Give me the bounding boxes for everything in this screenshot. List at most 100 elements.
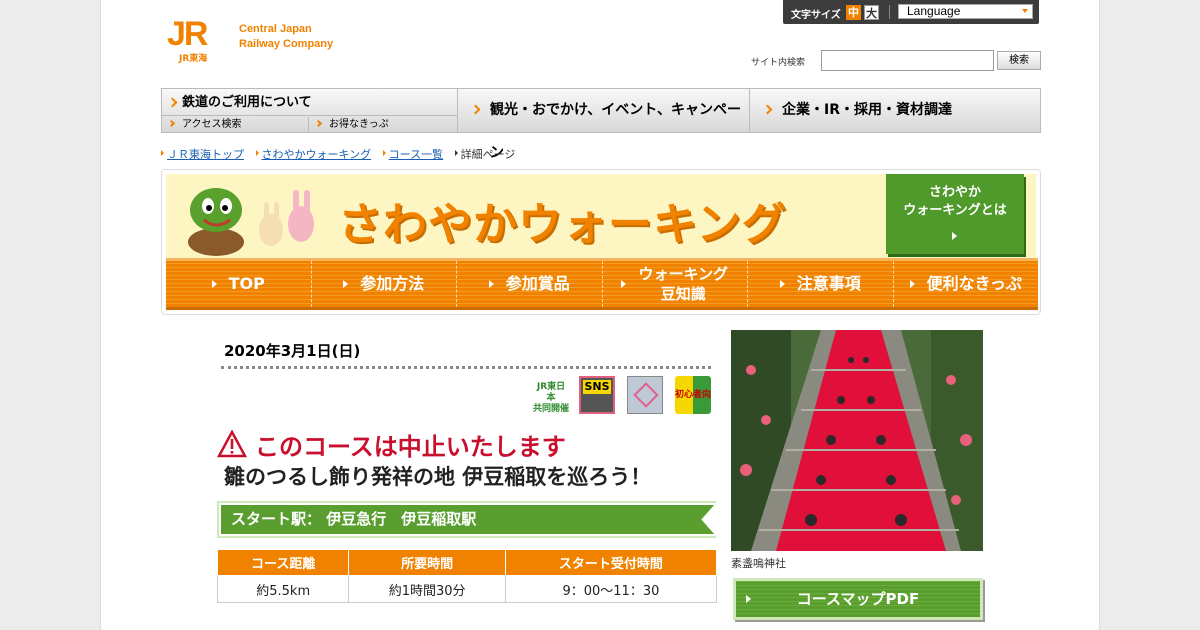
tab-tickets-label: 便利なきっぷ (926, 274, 1022, 293)
course-title: 雛のつるし飾り発祥の地 伊豆稲取を巡ろう！ (224, 465, 652, 489)
banner-title: さわやかウォーキング (338, 199, 787, 250)
arrow-right-icon (779, 280, 785, 288)
header-duration: 所要時間 (348, 549, 506, 576)
breadcrumb: ＪＲ東海トップ さわやかウォーキング コース一覧 詳細ページ (161, 146, 523, 162)
logo-name: Central Japan Railway Company (239, 22, 333, 52)
sns-badge-label: SNS (583, 380, 611, 394)
stamp-cube-icon (627, 376, 663, 414)
mascot-illustration (188, 188, 314, 256)
font-size-label: 文字サイズ (791, 10, 841, 21)
tab-prizes[interactable]: 参加賞品 (457, 261, 603, 307)
tab-top-label: TOP (228, 274, 265, 293)
jr-central-logo[interactable]: JR JR東海 Central Japan Railway Company (167, 15, 357, 64)
logo-sub: JR東海 (179, 54, 208, 64)
search-input[interactable] (821, 50, 994, 71)
course-map-pdf-label: コースマップPDF (796, 590, 920, 608)
font-size-medium-button[interactable]: 中 (846, 5, 861, 20)
value-distance: 約5.5km (216, 575, 350, 603)
breadcrumb-link-top[interactable]: ＪＲ東海トップ (167, 148, 244, 161)
arrow-right-icon (211, 280, 217, 288)
table-row: 約5.5km 約1時間30分 9：00～11：30 (216, 575, 718, 603)
value-reception-time: 9：00～11：30 (504, 575, 718, 603)
table-header-row: コース距離 所要時間 スタート受付時間 (216, 549, 718, 576)
warning-icon (216, 429, 248, 458)
hina-dolls-stairs-image (731, 330, 983, 551)
start-station: スタート駅： 伊豆急行 伊豆稲取駅 (219, 503, 716, 536)
cube-shape (633, 382, 659, 408)
arrow-right-icon (909, 280, 915, 288)
arrow-right-icon (488, 280, 494, 288)
banner-header: さわやかウォーキング さわやか ウォーキングとは (166, 174, 1036, 258)
chevron-right-icon (314, 119, 323, 128)
jr-east-line1: JR東日本 (536, 382, 566, 403)
tab-how-label: 参加方法 (360, 274, 425, 293)
value-duration: 約1時間30分 (348, 575, 506, 603)
arrow-right-icon (621, 280, 627, 288)
tab-tips-label: ウォーキング 豆知識 (638, 264, 728, 304)
breadcrumb-item: さわやかウォーキング (255, 146, 372, 162)
nav-rail-usage-label: 鉄道のご利用について (182, 95, 312, 110)
page: JR JR東海 Central Japan Railway Company 文字… (100, 0, 1100, 630)
divider (889, 5, 890, 19)
walking-nav: TOP 参加方法 参加賞品 ウォーキング 豆知識 注意事項 便利なきっぷ (166, 258, 1038, 310)
arrow-right-icon (343, 280, 349, 288)
tab-walking-tips[interactable]: ウォーキング 豆知識 (603, 261, 748, 307)
course-info-table: コース距離 所要時間 スタート受付時間 約5.5km 約1時間30分 9：00～… (216, 549, 718, 603)
rail-nav-group: 鉄道のご利用について アクセス検索 お得なきっぷ (162, 89, 458, 132)
nav-discount-tickets[interactable]: お得なきっぷ (309, 117, 458, 132)
about-walking-button[interactable]: さわやか ウォーキングとは (886, 174, 1024, 254)
event-badges: JR東日本 共同開催 SNS 初心者向 (533, 376, 713, 416)
language-select-label: Language (907, 4, 961, 18)
sns-badge: SNS (579, 376, 615, 414)
jr-east-line2: 共同開催 (533, 404, 570, 414)
nav-rail-usage[interactable]: 鉄道のご利用について (162, 89, 458, 116)
arrow-right-icon (952, 232, 957, 240)
search-label: サイト内検索 (751, 58, 806, 68)
nav-tourism-label: 観光・おでかけ、イベント、キャンペーン (490, 102, 742, 161)
nav-access-search-label: アクセス検索 (182, 119, 242, 130)
jr-east-joint-badge: JR東日本 共同開催 (533, 376, 569, 414)
logo-mark: JR (167, 15, 208, 53)
breadcrumb-link-course-list[interactable]: コース一覧 (389, 148, 443, 161)
breadcrumb-link-walking[interactable]: さわやかウォーキング (262, 148, 372, 161)
breadcrumb-item: ＪＲ東海トップ (161, 146, 244, 162)
course-map-pdf-button[interactable]: コースマップPDF (733, 578, 983, 620)
breadcrumb-current: 詳細ページ (454, 146, 515, 162)
tab-how-to-join[interactable]: 参加方法 (312, 261, 457, 307)
language-select[interactable]: Language (898, 4, 1033, 19)
tab-tickets[interactable]: 便利なきっぷ (894, 261, 1039, 307)
utility-bar: 文字サイズ 中 大 Language (783, 0, 1039, 24)
breadcrumb-item: コース一覧 (382, 146, 443, 162)
search-button[interactable]: 検索 (997, 51, 1041, 70)
chevron-right-icon (167, 119, 176, 128)
tab-top[interactable]: TOP (166, 261, 312, 307)
event-date: 2020年3月1日(日) (224, 342, 361, 360)
cancel-notice: このコースは中止いたします (216, 428, 566, 461)
chevron-down-icon (1022, 9, 1028, 13)
chevron-right-icon (762, 104, 773, 115)
tab-cautions[interactable]: 注意事項 (748, 261, 894, 307)
shrine-photo (731, 330, 983, 551)
header-distance: コース距離 (216, 549, 350, 576)
logo-name-line2: Railway Company (239, 38, 334, 50)
header-reception-time: スタート受付時間 (504, 549, 718, 576)
tab-prizes-label: 参加賞品 (505, 274, 570, 293)
tab-cautions-label: 注意事項 (796, 274, 861, 293)
dotted-divider (221, 366, 711, 369)
nav-access-search[interactable]: アクセス検索 (162, 117, 309, 132)
nav-corporate[interactable]: 企業・IR・採用・資材調達 (750, 89, 1040, 132)
nav-corporate-label: 企業・IR・採用・資材調達 (782, 102, 952, 118)
chevron-right-icon (470, 104, 481, 115)
font-size-large-button[interactable]: 大 (864, 5, 879, 20)
global-nav: 鉄道のご利用について アクセス検索 お得なきっぷ 観光・おでかけ、イベント、キャ… (161, 88, 1041, 161)
beginner-badge: 初心者向 (675, 376, 711, 414)
arrow-right-icon (746, 595, 751, 603)
tab-tips-line1: ウォーキング (638, 265, 729, 283)
nav-tourism[interactable]: 観光・おでかけ、イベント、キャンペーン (458, 89, 750, 161)
about-line2: ウォーキングとは (903, 203, 1007, 218)
walking-banner: さわやかウォーキング さわやか ウォーキングとは TOP 参加方法 参加賞品 ウ… (161, 169, 1041, 315)
about-line1: さわやか (928, 185, 981, 200)
tab-tips-line2: 豆知識 (660, 285, 706, 303)
photo-caption: 素盞嗚神社 (731, 557, 786, 570)
cancel-notice-text: このコースは中止いたします (255, 432, 566, 461)
